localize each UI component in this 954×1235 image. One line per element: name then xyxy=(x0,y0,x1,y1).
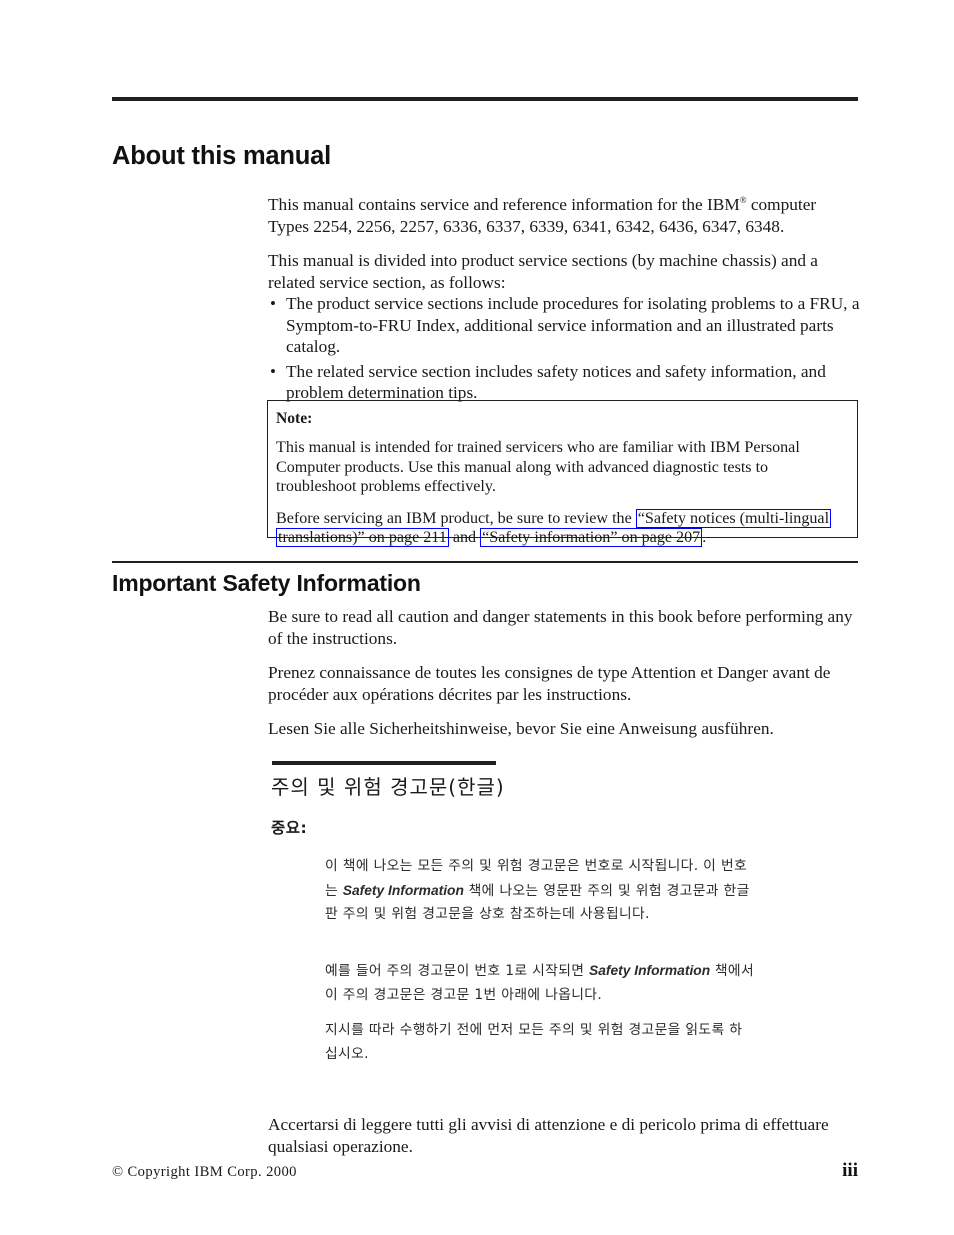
header-rule xyxy=(112,97,858,101)
korean-p2-italic-safety-information: Safety Information xyxy=(589,963,711,978)
korean-p2-part1: 예를 들어 주의 경고문이 번호 1로 시작되면 xyxy=(325,963,590,979)
note-paragraph-2: Before servicing an IBM product, be sure… xyxy=(276,508,849,548)
safety-text-italian: Accertarsi di leggere tutti gli avvisi d… xyxy=(268,1115,829,1156)
link-safety-information[interactable]: “Safety information” on page 207 xyxy=(480,528,703,548)
bullet-dot-icon: • xyxy=(270,361,276,381)
list-item-text: The product service sections include pro… xyxy=(286,294,860,357)
korean-paragraph-2: 예를 들어 주의 경고문이 번호 1로 시작되면 Safety Informat… xyxy=(325,959,755,1007)
section-title-important-safety-information: Important Safety Information xyxy=(112,570,421,596)
footer-page-number: iii xyxy=(842,1160,858,1181)
korean-paragraph-1: 이 책에 나오는 모든 주의 및 위험 경고문은 번호로 시작됩니다. 이 번호… xyxy=(325,855,755,927)
korean-section-heading: 주의 및 위험 경고문(한글) xyxy=(271,775,505,799)
list-item: • The related service section includes s… xyxy=(268,361,866,404)
footer-copyright: © Copyright IBM Corp. 2000 xyxy=(112,1164,297,1180)
safety-section-rule xyxy=(112,561,858,563)
note-paragraph-2-suffix: . xyxy=(702,529,707,547)
safety-text-german: Lesen Sie alle Sicherheitshinweise, bevo… xyxy=(268,719,774,738)
divided-paragraph: This manual is divided into product serv… xyxy=(268,250,860,293)
safety-paragraph-german: Lesen Sie alle Sicherheitshinweise, bevo… xyxy=(268,718,860,740)
note-label: Note: xyxy=(276,410,313,427)
korean-important-label: 중요: xyxy=(271,819,308,837)
intro-text-before-mark: This manual contains service and referen… xyxy=(268,195,740,214)
note-paragraph-2-middle: and xyxy=(448,529,481,547)
safety-text-english: Be sure to read all caution and danger s… xyxy=(268,607,853,648)
about-bullet-list: • The product service sections include p… xyxy=(268,293,866,404)
divided-paragraph-text: This manual is divided into product serv… xyxy=(268,251,818,292)
page-title-about-this-manual: About this manual xyxy=(112,142,332,170)
safety-text-french: Prenez connaissance de toutes les consig… xyxy=(268,663,831,704)
korean-paragraph-3: 지시를 따라 수행하기 전에 먼저 모든 주의 및 위험 경고문을 읽도록 하십… xyxy=(325,1022,743,1062)
document-page: About this manual This manual contains s… xyxy=(0,0,954,1235)
safety-paragraph-french: Prenez connaissance de toutes les consig… xyxy=(268,662,860,705)
registered-trademark-icon: ® xyxy=(739,195,747,206)
list-item: • The product service sections include p… xyxy=(268,293,866,358)
safety-paragraph-english: Be sure to read all caution and danger s… xyxy=(268,606,860,649)
korean-p1-italic-safety-information: Safety Information xyxy=(342,882,464,898)
note-paragraph-2-prefix: Before servicing an IBM product, be sure… xyxy=(276,509,636,527)
note-box: Note: This manual is intended for traine… xyxy=(267,400,858,548)
safety-paragraph-italian: Accertarsi di leggere tutti gli avvisi d… xyxy=(268,1114,860,1157)
bullet-dot-icon: • xyxy=(270,294,276,313)
list-item-text: The related service section includes saf… xyxy=(286,361,826,403)
intro-paragraph: This manual contains service and referen… xyxy=(268,194,860,237)
korean-heading-rule xyxy=(272,761,496,765)
note-paragraph-1: This manual is intended for trained serv… xyxy=(276,439,800,496)
